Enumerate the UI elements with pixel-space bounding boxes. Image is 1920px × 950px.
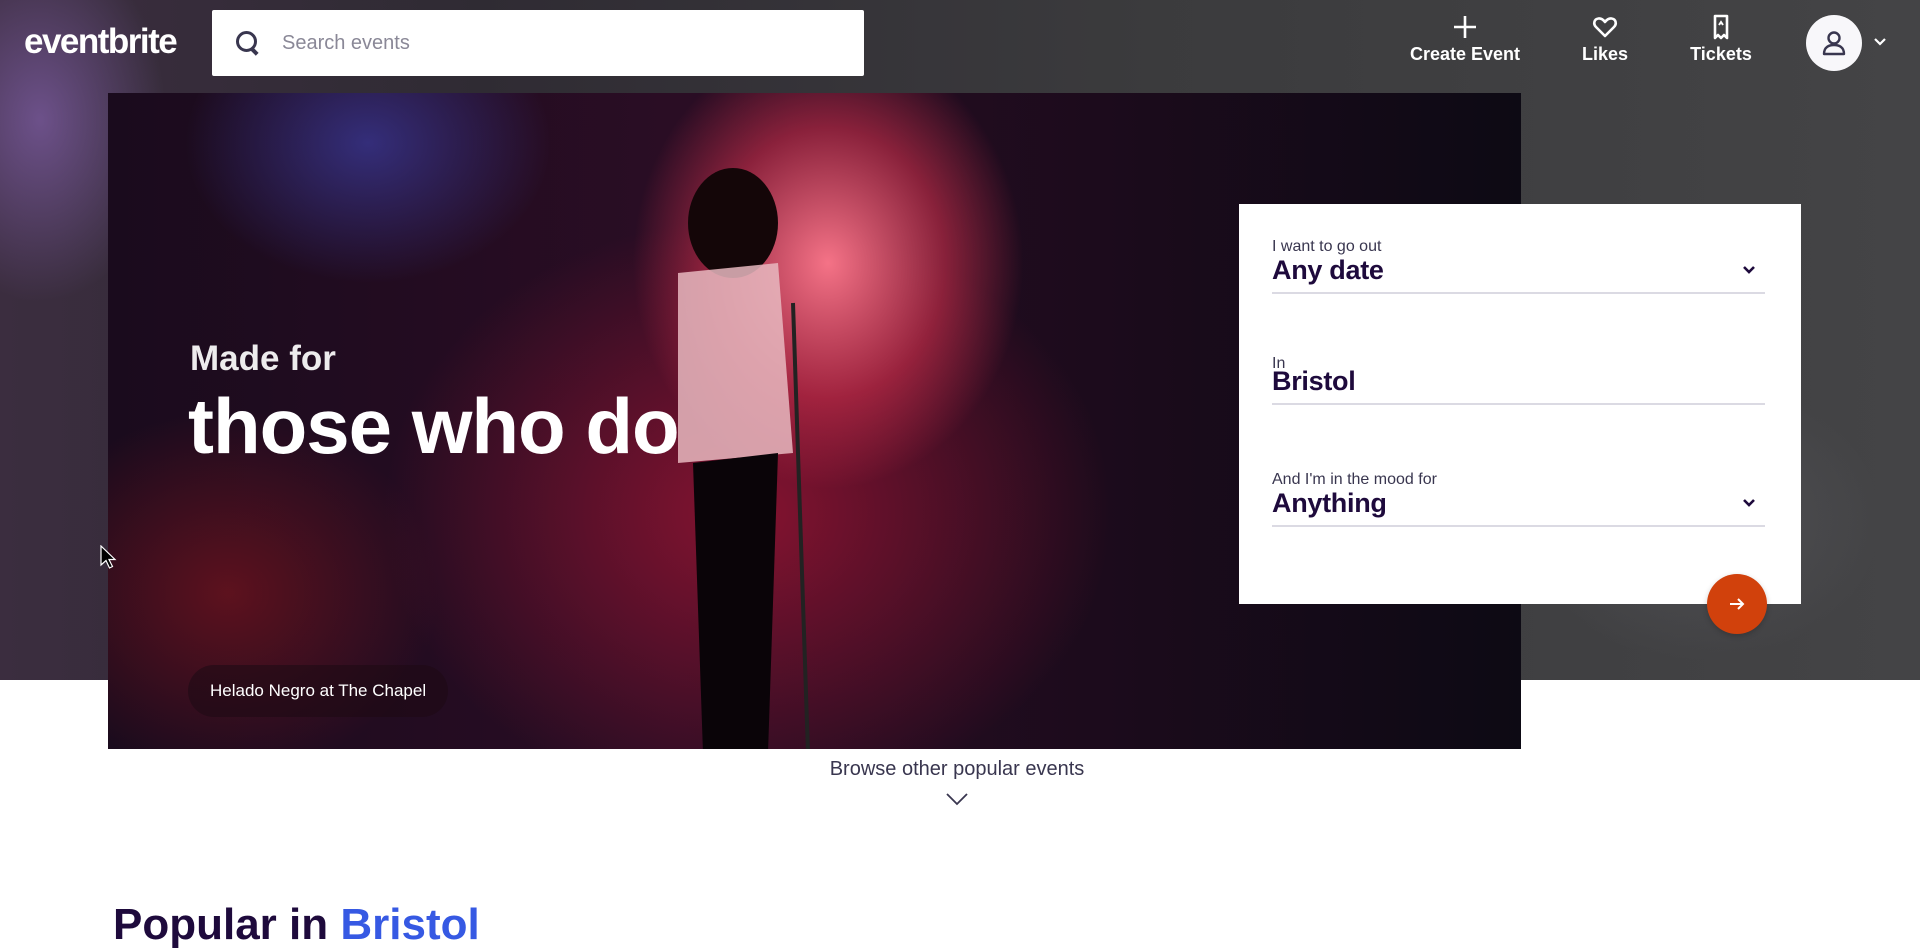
arrow-right-icon xyxy=(1730,598,1745,610)
likes-label: Likes xyxy=(1581,44,1629,64)
event-finder-card: I want to go out Any date In Bristol And… xyxy=(1239,204,1801,604)
browse-popular-link[interactable]: Browse other popular events xyxy=(0,758,1914,781)
search-bar[interactable] xyxy=(212,10,864,76)
popular-heading: Popular in Bristol xyxy=(113,900,480,950)
location-input[interactable]: Bristol xyxy=(1272,359,1765,405)
user-avatar-button[interactable] xyxy=(1806,15,1862,71)
date-select[interactable]: Any date xyxy=(1272,248,1765,294)
likes-button[interactable]: Likes xyxy=(1575,14,1635,65)
plus-icon xyxy=(1454,16,1476,38)
hero-title: those who do xyxy=(188,382,680,470)
hero-subtitle: Made for xyxy=(190,339,336,378)
date-value: Any date xyxy=(1272,254,1384,285)
popular-prefix: Popular in xyxy=(113,900,329,949)
chevron-down-icon xyxy=(1743,266,1755,274)
search-icon xyxy=(234,29,262,57)
mood-value: Anything xyxy=(1272,487,1387,518)
tickets-label: Tickets xyxy=(1690,44,1752,64)
chevron-down-icon[interactable] xyxy=(945,790,969,808)
heart-icon xyxy=(1592,17,1618,38)
hero-caption[interactable]: Helado Negro at The Chapel xyxy=(188,665,449,717)
eventbrite-logo[interactable]: eventbrite xyxy=(24,22,178,62)
ticket-icon xyxy=(1713,14,1729,40)
create-event-label: Create Event xyxy=(1409,44,1521,64)
popular-city-link[interactable]: Bristol xyxy=(340,900,479,949)
user-icon xyxy=(1822,31,1846,56)
tickets-button[interactable]: Tickets xyxy=(1686,14,1756,65)
mouse-cursor-icon xyxy=(100,545,117,569)
chevron-down-icon xyxy=(1743,499,1755,507)
search-submit-button[interactable] xyxy=(1707,574,1767,634)
chevron-down-icon[interactable] xyxy=(1872,34,1888,50)
search-input[interactable] xyxy=(282,31,842,55)
create-event-button[interactable]: Create Event xyxy=(1405,14,1525,65)
location-value: Bristol xyxy=(1272,365,1356,396)
site-header: eventbrite Create Event Likes Tickets xyxy=(0,0,1920,86)
mood-select[interactable]: Anything xyxy=(1272,481,1765,527)
